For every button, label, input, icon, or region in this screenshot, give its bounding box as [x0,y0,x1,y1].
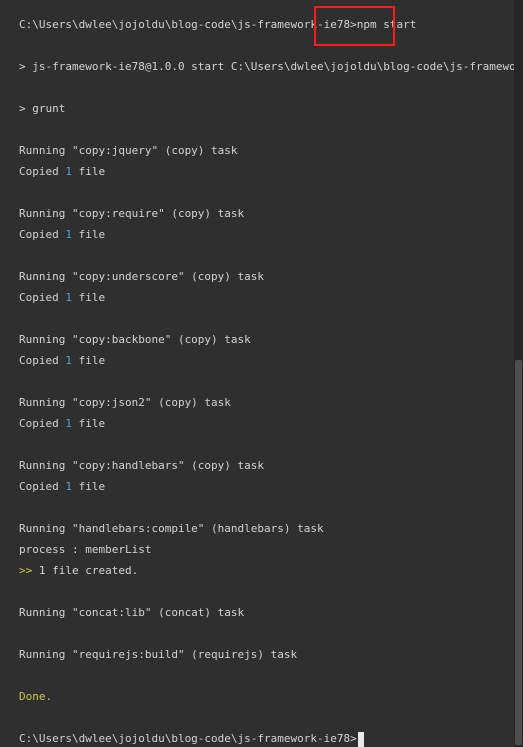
done-line: Done. [19,690,53,703]
copied-suffix: file [71,291,106,304]
prompt-line: C:\Users\dwlee\jojoldu\blog-code\js-fram… [19,14,514,35]
copied-prefix: Copied [19,354,66,367]
task-running-line: Running "copy:handlebars" (copy) task [19,459,265,472]
scrollbar-thumb[interactable] [515,360,522,745]
copied-suffix: file [71,480,106,493]
task-result-line: Copied 1 file [19,161,514,182]
scrollbar-track[interactable] [514,0,523,747]
task-running-line: Running "copy:underscore" (copy) task [19,270,265,283]
prompt-path: C:\Users\dwlee\jojoldu\blog-code\js-fram… [19,18,357,31]
copied-count: 1 [65,480,72,493]
final-prompt-path: C:\Users\dwlee\jojoldu\blog-code\js-fram… [19,732,357,745]
task-running-line: Running "handlebars:compile" (handlebars… [19,522,324,535]
copied-prefix: Copied [19,417,66,430]
copied-suffix: file [71,228,106,241]
task-running-line: Running "concat:lib" (concat) task [19,606,245,619]
copied-prefix: Copied [19,165,66,178]
text-cursor [357,731,364,747]
task-running-line: Running "copy:jquery" (copy) task [19,144,238,157]
task-result-line: Copied 1 file [19,224,514,245]
copied-prefix: Copied [19,291,66,304]
task-running-line: Running "requirejs:build" (requirejs) ta… [19,648,298,661]
copied-count: 1 [65,417,72,430]
terminal-output: C:\Users\dwlee\jojoldu\blog-code\js-fram… [19,14,514,747]
grunt-line: > grunt [19,102,66,115]
copied-prefix: Copied [19,228,66,241]
task-result-line: Copied 1 file [19,413,514,434]
process-line: process : memberList [19,543,152,556]
task-result-line: Copied 1 file [19,476,514,497]
task-running-line: Running "copy:require" (copy) task [19,207,245,220]
copied-suffix: file [71,417,106,430]
copied-count: 1 [65,228,72,241]
copied-count: 1 [65,291,72,304]
task-running-line: Running "copy:backbone" (copy) task [19,333,251,346]
copied-count: 1 [65,165,72,178]
copied-count: 1 [65,354,72,367]
copied-prefix: Copied [19,480,66,493]
copied-suffix: file [71,165,106,178]
task-running-line: Running "copy:json2" (copy) task [19,396,231,409]
success-arrow: >> [19,564,33,577]
final-prompt-line[interactable]: C:\Users\dwlee\jojoldu\blog-code\js-fram… [19,728,514,747]
task-result-line: Copied 1 file [19,350,514,371]
terminal-window[interactable]: C:\Users\dwlee\jojoldu\blog-code\js-fram… [0,0,523,747]
copied-suffix: file [71,354,106,367]
npm-start-line: > js-framework-ie78@1.0.0 start C:\Users… [19,60,514,73]
command-highlight-box [314,6,395,46]
file-created-line: >> 1 file created. [19,560,514,581]
task-result-line: Copied 1 file [19,287,514,308]
file-created-text: 1 file created. [32,564,139,577]
